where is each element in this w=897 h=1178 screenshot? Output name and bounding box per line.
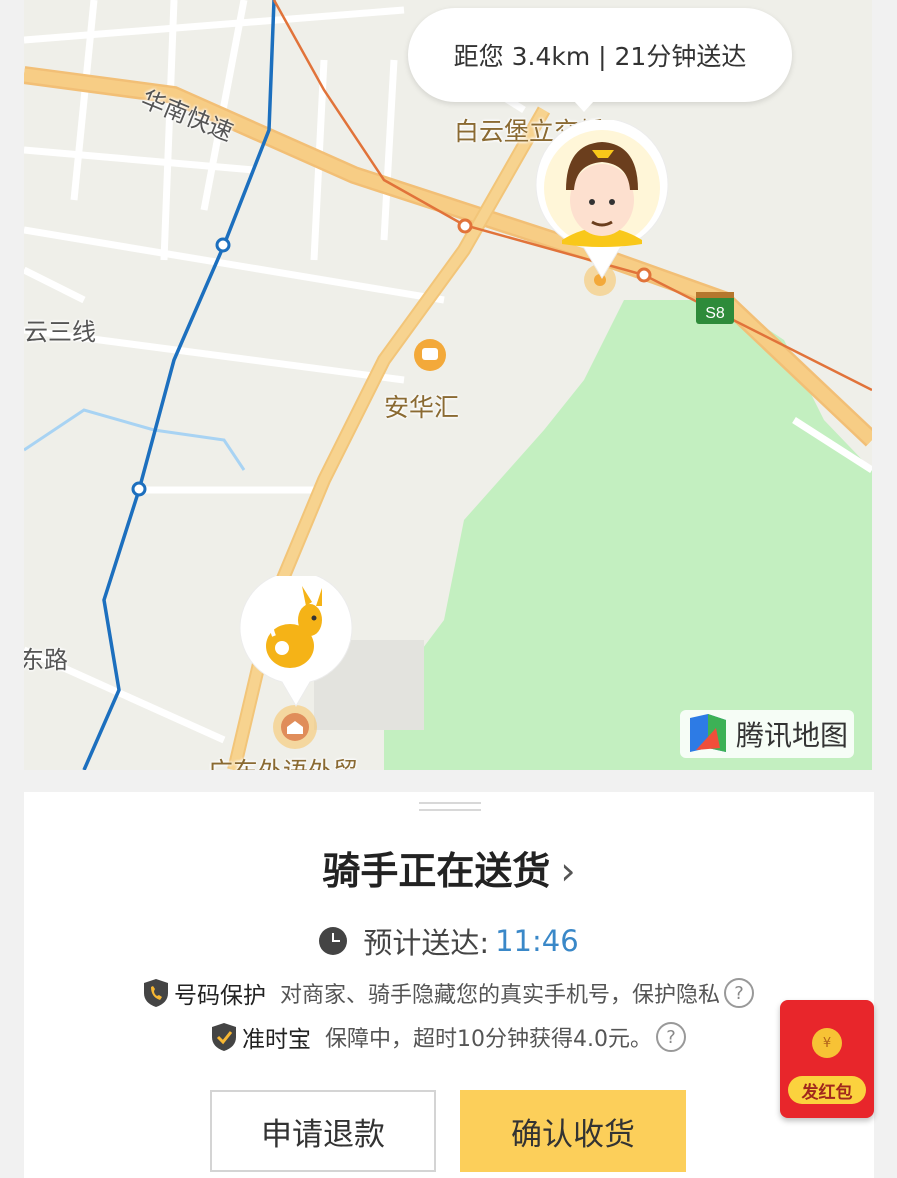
- road-label-left: 云三线: [24, 318, 96, 346]
- phone-shield-icon: [143, 979, 168, 1007]
- check-shield-icon: [212, 1023, 236, 1051]
- ontime-guarantee-row: 准时宝 保障中，超时10分钟获得4.0元。 ?: [24, 1020, 874, 1054]
- poi-label-mid: 安华汇: [384, 393, 460, 422]
- chevron-right-icon: ›: [560, 849, 576, 893]
- red-packet-button[interactable]: ¥ 发红包: [780, 1000, 874, 1118]
- tencent-map-logo-text: 腾讯地图: [735, 719, 848, 752]
- coin-icon: ¥: [812, 1028, 842, 1058]
- tencent-map-logo[interactable]: 腾讯地图: [679, 710, 854, 758]
- ontime-guarantee-desc: 保障中，超时10分钟获得4.0元。: [325, 1027, 652, 1052]
- help-icon[interactable]: ?: [724, 978, 754, 1008]
- eta-label: 预计送达:: [363, 926, 490, 960]
- red-packet-label: 发红包: [788, 1076, 866, 1104]
- metro-station-3: [457, 218, 473, 234]
- number-protection-row: 号码保护 对商家、骑手隐藏您的真实手机号，保护隐私 ?: [24, 976, 874, 1010]
- highway-shield-s8: S8: [696, 292, 734, 324]
- tencent-map-icon: [689, 714, 726, 752]
- svg-text:S8: S8: [705, 305, 725, 322]
- road-label-bottom-left: 东路: [24, 646, 68, 674]
- delivery-status-title[interactable]: 骑手正在送货 ›: [24, 840, 874, 895]
- confirm-receipt-button[interactable]: 确认收货: [460, 1090, 686, 1172]
- clock-icon: [319, 927, 348, 955]
- drag-handle[interactable]: [419, 802, 481, 814]
- delivery-map[interactable]: S8 华南快速 白云堡立交桥 云三线 安华汇 东路 广东外语外贸 距您 3.4k…: [24, 0, 872, 770]
- eta-row: 预计送达: 11:46: [24, 920, 874, 962]
- delivery-status-sheet: 骑手正在送货 › 预计送达: 11:46 号码保护 对商家、骑手隐藏您的真实手机号…: [24, 792, 874, 1178]
- help-icon[interactable]: ?: [655, 1022, 686, 1052]
- merchant-kangaroo-pin[interactable]: [238, 576, 354, 708]
- status-title-text: 骑手正在送货: [322, 849, 551, 893]
- metro-station-2: [131, 481, 147, 497]
- refund-button[interactable]: 申请退款: [210, 1090, 436, 1172]
- eta-time: 11:46: [495, 924, 579, 958]
- eta-distance-bubble: 距您 3.4km | 21分钟送达: [408, 8, 792, 112]
- stream: [24, 408, 246, 471]
- rider-avatar-pin[interactable]: [532, 120, 672, 280]
- number-protection-desc: 对商家、骑手隐藏您的真实手机号，保护隐私: [279, 983, 720, 1008]
- poi-label-bottom: 广东外语外贸: [208, 752, 358, 770]
- number-protection-name: 号码保护: [173, 983, 266, 1009]
- metro-station-1: [215, 237, 231, 253]
- ontime-guarantee-name: 准时宝: [242, 1027, 311, 1053]
